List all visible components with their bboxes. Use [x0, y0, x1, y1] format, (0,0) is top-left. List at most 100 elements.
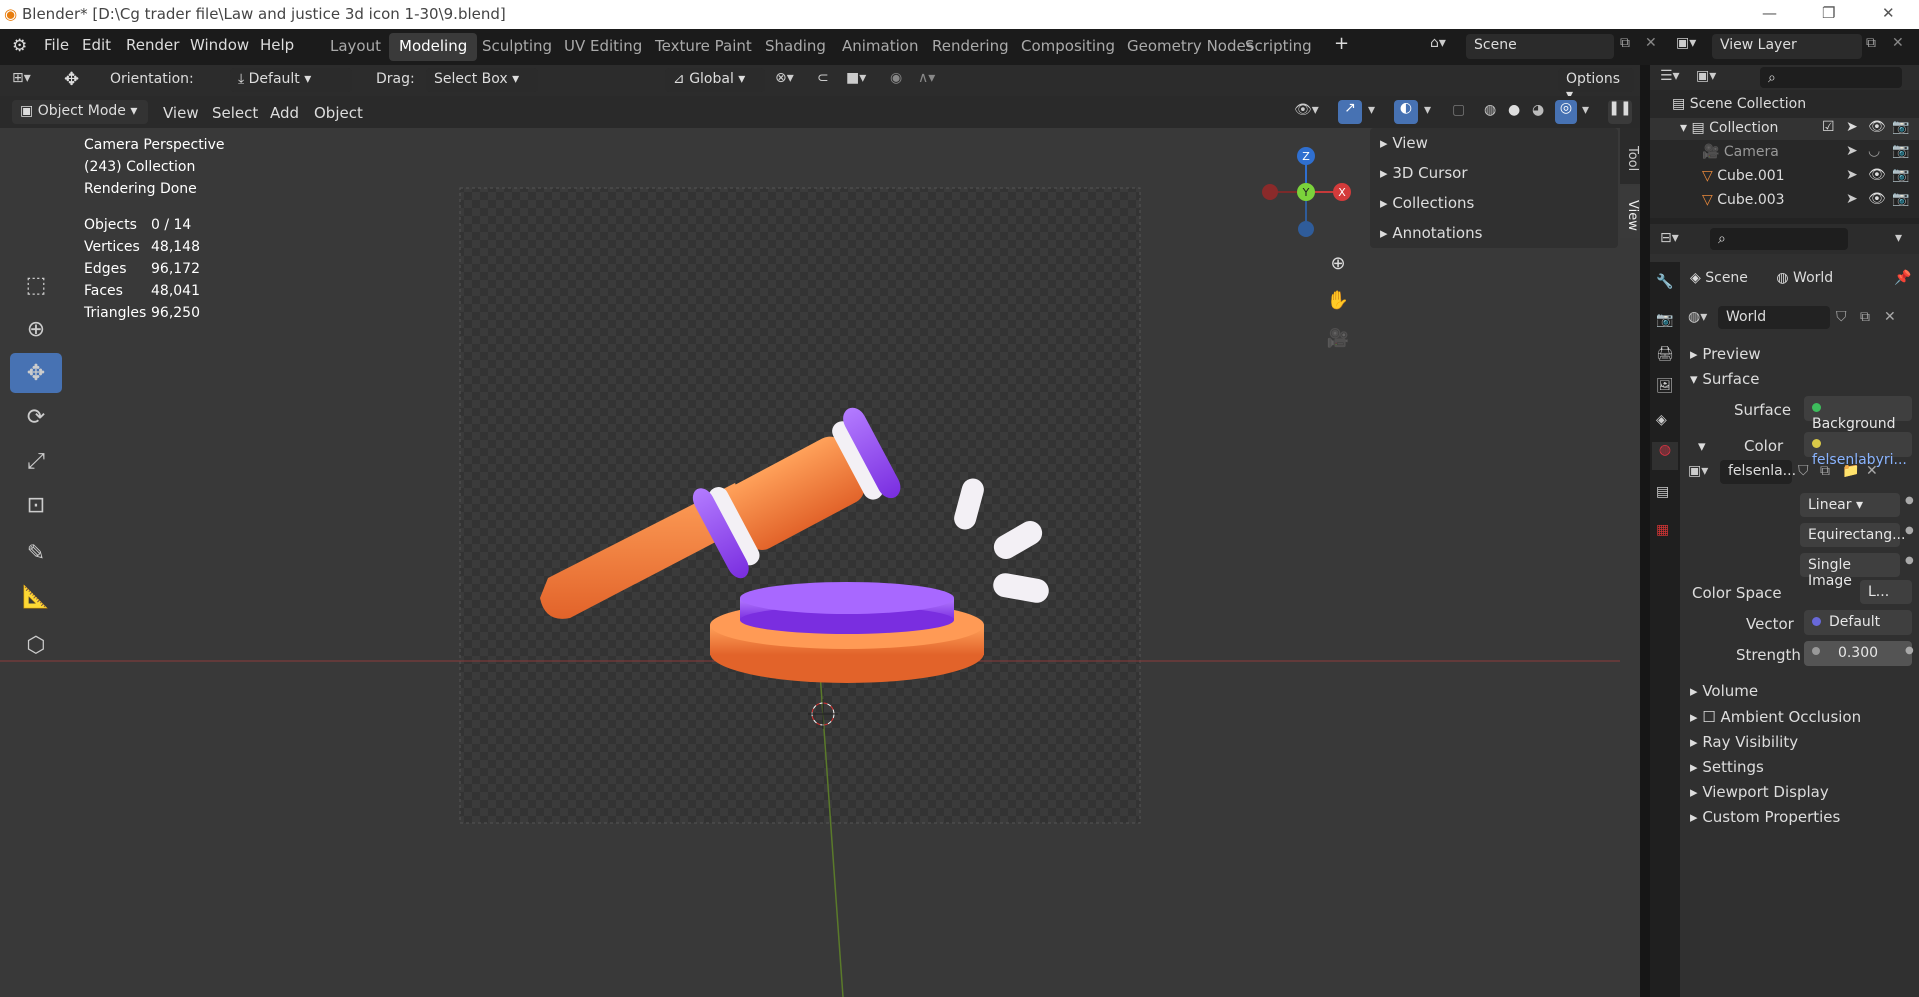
maximize-icon[interactable]: ❐ [1822, 4, 1835, 22]
sidebar-item-annotations[interactable]: ▸ Annotations [1380, 224, 1482, 242]
view-layer-tab-icon[interactable]: 🖼 [1656, 378, 1674, 394]
source-dropdown[interactable]: Single Image [1800, 553, 1900, 589]
color-input-field[interactable]: felsenlabyri... [1804, 432, 1912, 468]
tab-rendering[interactable]: Rendering [922, 33, 1019, 61]
properties-editor-icon[interactable]: ⊟▾ [1660, 230, 1679, 246]
proportional-editing-icon[interactable]: ◉ [890, 70, 902, 86]
tab-shading[interactable]: Shading [755, 33, 836, 61]
drag-dropdown[interactable]: Select Box ▾ [426, 68, 538, 92]
outliner-search-input[interactable]: ⌕ [1760, 67, 1902, 88]
strength-field[interactable]: 0.300 [1804, 641, 1912, 666]
snap-target-icon[interactable]: ■▾ [846, 70, 866, 86]
select-box-tool-icon[interactable]: ⬚ [10, 265, 62, 305]
viewport-menu-view[interactable]: View [163, 104, 199, 122]
minimize-icon[interactable]: — [1762, 4, 1777, 22]
output-tab-icon[interactable]: 🖨 [1656, 346, 1674, 362]
color-space-dropdown[interactable]: L... [1860, 580, 1912, 604]
shading-dropdown-icon[interactable]: ▾ [1582, 102, 1589, 118]
snap-icon[interactable]: ⊂ [817, 70, 829, 86]
overlay-dropdown-icon[interactable]: ▾ [1424, 102, 1431, 118]
render-tab-icon[interactable]: 📷 [1656, 312, 1673, 328]
tab-modeling[interactable]: Modeling [389, 33, 478, 61]
panel-viewport-display[interactable]: ▸ Viewport Display [1690, 783, 1829, 801]
outliner-item-cube-001[interactable]: ▽ Cube.001 ➤ 👁 📷 [1650, 166, 1919, 188]
pin-icon[interactable]: 📌 [1894, 270, 1911, 286]
color-expand-icon[interactable]: ▾ [1698, 437, 1706, 455]
outliner-item-cube-003[interactable]: ▽ Cube.003 ➤ 👁 📷 [1650, 190, 1919, 212]
scene-tab-icon[interactable]: ◈ [1656, 412, 1667, 428]
scene-field[interactable]: Scene [1466, 34, 1614, 59]
surface-shader-field[interactable]: Background [1804, 396, 1912, 432]
panel-preview[interactable]: ▸ Preview [1690, 345, 1761, 363]
menu-help[interactable]: Help [260, 36, 294, 54]
transform-orientation-dropdown[interactable]: ⊿ Global ▾ [665, 68, 765, 92]
orientation-dropdown[interactable]: ⤓ Default ▾ [230, 68, 352, 92]
area-divider[interactable] [1640, 65, 1650, 997]
image-selector[interactable]: ▣▾ felsenla... ⛉ ⧉ 📁 ✕ [1688, 460, 1912, 486]
3d-viewport[interactable]: ⬚ ⊕ ✥ ⟳ ⤢ ⊡ ✎ 📐 ⬡ Camera Perspective (24… [0, 128, 1640, 997]
editor-type-icon[interactable]: ⊞▾ [12, 70, 31, 86]
projection-dropdown[interactable]: Equirectang... [1800, 523, 1905, 547]
tab-animation[interactable]: Animation [832, 33, 928, 61]
remove-view-layer-icon[interactable]: ✕ [1892, 35, 1904, 51]
view-layer-field[interactable]: View Layer [1712, 34, 1862, 59]
sidebar-item-3d-cursor[interactable]: ▸ 3D Cursor [1380, 164, 1467, 182]
sidebar-item-view[interactable]: ▸ View [1380, 134, 1428, 152]
falloff-icon[interactable]: ∧▾ [918, 70, 935, 86]
sidebar-tab-tool[interactable]: Tool [1620, 128, 1640, 184]
cursor-tool-icon[interactable]: ⊕ [10, 309, 62, 349]
tab-uv-editing[interactable]: UV Editing [554, 33, 652, 61]
collection-row[interactable]: ▾ ▤ Collection ☑ ➤ 👁 📷 [1650, 118, 1919, 140]
navigation-gizmo[interactable]: Z X Y ⊕ ✋ 🎥 [1250, 134, 1370, 364]
sidebar-tab-view[interactable]: View [1620, 186, 1640, 238]
visibility-icon[interactable]: 👁▾ [1294, 102, 1319, 118]
measure-tool-icon[interactable]: 📐 [10, 577, 62, 617]
mode-dropdown[interactable]: ▣ Object Mode ▾ [12, 100, 148, 124]
panel-custom-properties[interactable]: ▸ Custom Properties [1690, 808, 1840, 826]
transform-tool-icon[interactable]: ⊡ [10, 485, 62, 525]
new-view-layer-icon[interactable]: ⧉ [1866, 35, 1876, 51]
properties-options-icon[interactable]: ▾ [1895, 230, 1902, 246]
vector-input-field[interactable]: Default [1804, 610, 1912, 635]
panel-surface[interactable]: ▾ Surface [1690, 370, 1759, 388]
gizmo-toggle-icon[interactable]: ↗ [1338, 100, 1362, 124]
texture-tab-icon[interactable]: ▦ [1656, 522, 1669, 538]
wireframe-shading-icon[interactable]: ◍ [1484, 102, 1496, 118]
interpolation-dropdown[interactable]: Linear ▾ [1800, 493, 1900, 517]
tab-compositing[interactable]: Compositing [1011, 33, 1125, 61]
remove-scene-icon[interactable]: ✕ [1645, 35, 1657, 51]
new-scene-icon[interactable]: ⧉ [1620, 35, 1630, 51]
tool-tab-icon[interactable]: 🔧 [1656, 274, 1673, 290]
properties-search-input[interactable]: ⌕ [1710, 228, 1848, 250]
world-tab-icon[interactable]: ◍ [1652, 442, 1678, 470]
menu-render[interactable]: Render [126, 36, 179, 54]
material-shading-icon[interactable]: ◕ [1532, 102, 1544, 118]
add-workspace-icon[interactable]: + [1334, 33, 1349, 54]
outliner-editor-icon[interactable]: ☰▾ [1660, 68, 1680, 84]
display-mode-icon[interactable]: ▣▾ [1696, 68, 1716, 84]
scale-tool-icon[interactable]: ⤢ [10, 441, 62, 481]
scene-selector-icon[interactable]: ⌂▾ [1430, 35, 1446, 51]
view-layer-icon[interactable]: ▣▾ [1676, 35, 1696, 51]
menu-window[interactable]: Window [190, 36, 249, 54]
panel-settings[interactable]: ▸ Settings [1690, 758, 1764, 776]
outliner-item-camera[interactable]: 🎥 Camera ➤ ◡ 📷 [1650, 142, 1919, 164]
tab-layout[interactable]: Layout [320, 33, 391, 61]
collection-tab-icon[interactable]: ▤ [1656, 484, 1669, 500]
rendered-shading-icon[interactable]: ◎ [1555, 100, 1577, 124]
solid-shading-icon[interactable]: ● [1508, 102, 1520, 118]
pivot-point-icon[interactable]: ⊗▾ [775, 70, 794, 86]
viewport-menu-object[interactable]: Object [314, 104, 363, 122]
panel-volume[interactable]: ▸ Volume [1690, 682, 1758, 700]
tab-sculpting[interactable]: Sculpting [472, 33, 562, 61]
close-icon[interactable]: ✕ [1882, 4, 1895, 22]
menu-file[interactable]: File [44, 36, 69, 54]
move-tool-icon[interactable]: ✥ [10, 353, 62, 393]
xray-icon[interactable]: ▢ [1452, 102, 1465, 118]
scene-collection-row[interactable]: ▤ Scene Collection [1672, 96, 1806, 112]
tab-texture-paint[interactable]: Texture Paint [645, 33, 762, 61]
panel-ambient-occlusion[interactable]: ▸ ☐ Ambient Occlusion [1690, 708, 1861, 726]
world-selector[interactable]: ◍▾ World ⛉ ⧉ ✕ [1688, 306, 1910, 330]
menu-edit[interactable]: Edit [82, 36, 111, 54]
gizmo-dropdown-icon[interactable]: ▾ [1368, 102, 1375, 118]
